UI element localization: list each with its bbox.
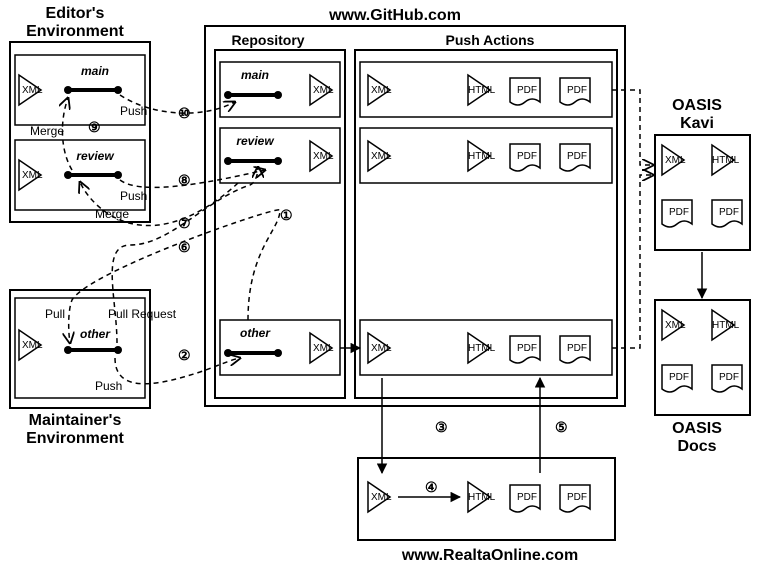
oasis-docs-box bbox=[655, 300, 750, 415]
file-label: XML bbox=[22, 85, 43, 96]
workflow-diagram: Editor'sEnvironment www.GitHub.com Repos… bbox=[0, 0, 761, 574]
merge-label: Merge bbox=[95, 207, 129, 221]
file-label: PDF bbox=[719, 372, 739, 383]
file-label: XML bbox=[371, 85, 392, 96]
branch-icon bbox=[64, 346, 122, 354]
pull-label: Pull bbox=[45, 307, 65, 321]
file-label: HTML bbox=[468, 85, 496, 96]
step-9: ⑨ bbox=[88, 119, 101, 135]
file-label: HTML bbox=[468, 343, 496, 354]
file-label: XML bbox=[371, 151, 392, 162]
branch-label: review bbox=[76, 149, 114, 163]
edge-push-to-kavi-2 bbox=[612, 175, 653, 348]
step-6: ⑥ bbox=[178, 239, 191, 255]
oasis-kavi-title: OASISKavi bbox=[672, 97, 722, 132]
file-label: XML bbox=[313, 151, 334, 162]
push-label: Push bbox=[95, 379, 122, 393]
branch-icon bbox=[224, 91, 282, 99]
file-label: PDF bbox=[517, 85, 537, 96]
oasis-kavi-box bbox=[655, 135, 750, 250]
branch-icon bbox=[64, 171, 122, 179]
edge-step8 bbox=[120, 170, 265, 187]
file-label: PDF bbox=[567, 343, 587, 354]
step-1: ① bbox=[280, 207, 293, 223]
file-label: XML bbox=[665, 320, 686, 331]
file-label: XML bbox=[22, 340, 43, 351]
step-7: ⑦ bbox=[178, 215, 191, 231]
repository-title: Repository bbox=[231, 32, 304, 48]
file-label: HTML bbox=[468, 492, 496, 503]
push-label: Push bbox=[120, 189, 147, 203]
branch-label: main bbox=[81, 64, 109, 78]
push-actions-title: Push Actions bbox=[446, 32, 535, 48]
step-5: ⑤ bbox=[555, 419, 568, 435]
step-3: ③ bbox=[435, 419, 448, 435]
step-4: ④ bbox=[425, 479, 438, 495]
realta-title: www.RealtaOnline.com bbox=[401, 547, 578, 564]
file-label: PDF bbox=[517, 492, 537, 503]
file-label: PDF bbox=[567, 85, 587, 96]
step-2: ② bbox=[178, 347, 191, 363]
file-label: HTML bbox=[712, 320, 740, 331]
file-label: PDF bbox=[567, 151, 587, 162]
merge-label: Merge bbox=[30, 124, 64, 138]
maintainer-env-title: Maintainer'sEnvironment bbox=[26, 412, 124, 447]
file-label: XML bbox=[313, 85, 334, 96]
branch-icon bbox=[224, 157, 282, 165]
file-label: XML bbox=[665, 155, 686, 166]
branch-label: other bbox=[240, 326, 271, 340]
file-label: PDF bbox=[517, 151, 537, 162]
pullreq-label: Pull Request bbox=[108, 307, 177, 321]
file-label: PDF bbox=[719, 207, 739, 218]
step-8: ⑧ bbox=[178, 172, 191, 188]
github-title: www.GitHub.com bbox=[328, 7, 461, 24]
file-label: PDF bbox=[517, 343, 537, 354]
push-label: Push bbox=[120, 104, 147, 118]
file-label: XML bbox=[371, 343, 392, 354]
branch-icon bbox=[224, 349, 282, 357]
file-label: HTML bbox=[712, 155, 740, 166]
branch-label: other bbox=[80, 327, 111, 341]
file-label: PDF bbox=[669, 207, 689, 218]
step-10: ⑩ bbox=[178, 105, 191, 121]
github-box bbox=[205, 26, 625, 406]
oasis-docs-title: OASISDocs bbox=[672, 420, 722, 455]
file-label: XML bbox=[371, 492, 392, 503]
file-label: PDF bbox=[669, 372, 689, 383]
file-label: HTML bbox=[468, 151, 496, 162]
editor-env-title: Editor'sEnvironment bbox=[26, 5, 124, 40]
file-label: PDF bbox=[567, 492, 587, 503]
file-label: XML bbox=[313, 343, 334, 354]
file-label: XML bbox=[22, 170, 43, 181]
edge-push-to-kavi-1 bbox=[612, 90, 653, 165]
branch-icon bbox=[64, 86, 122, 94]
branch-label: main bbox=[241, 68, 269, 82]
branch-label: review bbox=[236, 134, 274, 148]
